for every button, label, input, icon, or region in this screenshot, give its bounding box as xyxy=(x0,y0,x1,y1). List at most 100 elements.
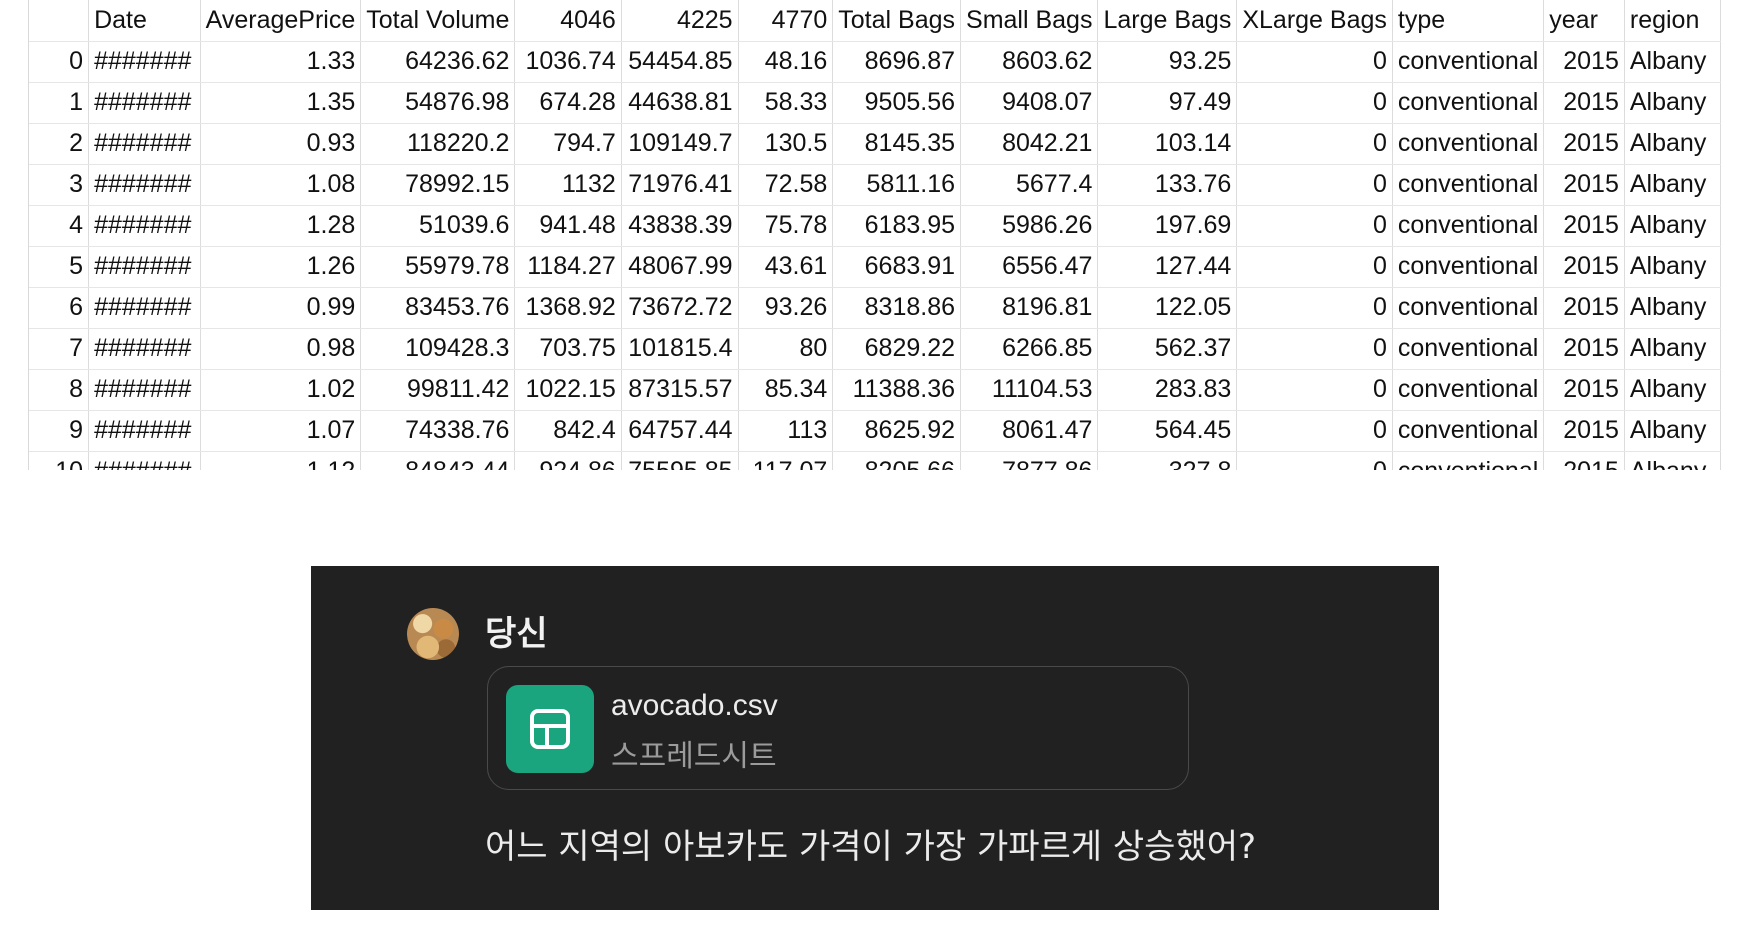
index-header[interactable] xyxy=(29,0,90,42)
table-cell[interactable]: 0 xyxy=(1236,451,1393,470)
table-cell[interactable]: 127.44 xyxy=(1097,246,1238,288)
table-cell[interactable]: 5811.16 xyxy=(832,164,962,206)
table-cell[interactable]: 0 xyxy=(1236,369,1393,411)
table-cell[interactable]: 197.69 xyxy=(1097,205,1238,247)
table-cell[interactable]: Albany xyxy=(1624,41,1721,83)
table-cell[interactable]: 55979.78 xyxy=(360,246,516,288)
table-cell[interactable]: 0 xyxy=(1236,246,1393,288)
table-cell[interactable]: Albany xyxy=(1624,369,1721,411)
table-cell[interactable]: 5986.26 xyxy=(960,205,1099,247)
table-cell[interactable]: 0.99 xyxy=(200,287,362,329)
table-cell[interactable]: 51039.6 xyxy=(360,205,516,247)
table-cell[interactable]: ####### xyxy=(88,410,201,452)
table-cell[interactable]: 2015 xyxy=(1543,369,1625,411)
table-cell[interactable]: Albany xyxy=(1624,205,1721,247)
table-cell[interactable]: 8145.35 xyxy=(832,123,962,165)
table-cell[interactable]: 8318.86 xyxy=(832,287,962,329)
table-cell[interactable]: 75595.85 xyxy=(621,451,739,470)
row-index-cell[interactable]: 8 xyxy=(29,369,90,411)
table-cell[interactable]: 0 xyxy=(1236,123,1393,165)
table-cell[interactable]: 842.4 xyxy=(514,410,622,452)
column-header[interactable]: XLarge Bags xyxy=(1236,0,1393,42)
table-cell[interactable]: Albany xyxy=(1624,287,1721,329)
row-index-cell[interactable]: 4 xyxy=(29,205,90,247)
table-cell[interactable]: 924.86 xyxy=(514,451,622,470)
table-cell[interactable]: 794.7 xyxy=(514,123,622,165)
table-cell[interactable]: 72.58 xyxy=(738,164,834,206)
table-cell[interactable]: 1.28 xyxy=(200,205,362,247)
table-cell[interactable]: 9408.07 xyxy=(960,82,1099,124)
table-cell[interactable]: 283.83 xyxy=(1097,369,1238,411)
table-cell[interactable]: 1.07 xyxy=(200,410,362,452)
column-header[interactable]: 4046 xyxy=(514,0,622,42)
table-cell[interactable]: Albany xyxy=(1624,246,1721,288)
row-index-cell[interactable]: 10 xyxy=(29,451,90,470)
table-cell[interactable]: 64236.62 xyxy=(360,41,516,83)
table-cell[interactable]: 109149.7 xyxy=(621,123,739,165)
table-cell[interactable]: 103.14 xyxy=(1097,123,1238,165)
table-cell[interactable]: Albany xyxy=(1624,123,1721,165)
table-cell[interactable]: 2015 xyxy=(1543,410,1625,452)
table-cell[interactable]: 941.48 xyxy=(514,205,622,247)
table-cell[interactable]: ####### xyxy=(88,246,201,288)
table-cell[interactable]: 1184.27 xyxy=(514,246,622,288)
table-cell[interactable]: 562.37 xyxy=(1097,328,1238,370)
table-cell[interactable]: ####### xyxy=(88,287,201,329)
table-cell[interactable]: 0.93 xyxy=(200,123,362,165)
table-cell[interactable]: 7877.86 xyxy=(960,451,1099,470)
table-cell[interactable]: 1036.74 xyxy=(514,41,622,83)
column-header[interactable]: type xyxy=(1392,0,1545,42)
table-cell[interactable]: ####### xyxy=(88,328,201,370)
table-cell[interactable]: ####### xyxy=(88,123,201,165)
table-cell[interactable]: 99811.42 xyxy=(360,369,516,411)
row-index-cell[interactable]: 9 xyxy=(29,410,90,452)
row-index-cell[interactable]: 5 xyxy=(29,246,90,288)
table-cell[interactable]: 1.35 xyxy=(200,82,362,124)
column-header[interactable]: Large Bags xyxy=(1097,0,1238,42)
table-cell[interactable]: 1.02 xyxy=(200,369,362,411)
table-cell[interactable]: conventional xyxy=(1392,205,1545,247)
table-cell[interactable]: 73672.72 xyxy=(621,287,739,329)
table-cell[interactable]: 74338.76 xyxy=(360,410,516,452)
table-cell[interactable]: conventional xyxy=(1392,287,1545,329)
column-header[interactable]: AveragePrice xyxy=(200,0,362,42)
table-cell[interactable]: 43.61 xyxy=(738,246,834,288)
table-cell[interactable]: 113 xyxy=(738,410,834,452)
table-cell[interactable]: 43838.39 xyxy=(621,205,739,247)
column-header[interactable]: year xyxy=(1543,0,1625,42)
table-cell[interactable]: 564.45 xyxy=(1097,410,1238,452)
row-index-cell[interactable]: 7 xyxy=(29,328,90,370)
table-cell[interactable]: Albany xyxy=(1624,328,1721,370)
table-cell[interactable]: 48.16 xyxy=(738,41,834,83)
row-index-cell[interactable]: 2 xyxy=(29,123,90,165)
table-cell[interactable]: 44638.81 xyxy=(621,82,739,124)
table-cell[interactable]: 54876.98 xyxy=(360,82,516,124)
table-cell[interactable]: Albany xyxy=(1624,451,1721,470)
attachment-card[interactable]: avocado.csv 스프레드시트 xyxy=(487,666,1189,790)
table-cell[interactable]: Albany xyxy=(1624,164,1721,206)
table-cell[interactable]: ####### xyxy=(88,205,201,247)
table-cell[interactable]: 6183.95 xyxy=(832,205,962,247)
table-cell[interactable]: 109428.3 xyxy=(360,328,516,370)
table-cell[interactable]: 93.25 xyxy=(1097,41,1238,83)
table-cell[interactable]: 118220.2 xyxy=(360,123,516,165)
table-cell[interactable]: 97.49 xyxy=(1097,82,1238,124)
table-cell[interactable]: conventional xyxy=(1392,164,1545,206)
table-cell[interactable]: conventional xyxy=(1392,41,1545,83)
table-cell[interactable]: 0 xyxy=(1236,205,1393,247)
table-cell[interactable]: 93.26 xyxy=(738,287,834,329)
table-cell[interactable]: 2015 xyxy=(1543,246,1625,288)
column-header[interactable]: Total Bags xyxy=(832,0,962,42)
table-cell[interactable]: 58.33 xyxy=(738,82,834,124)
table-cell[interactable]: 2015 xyxy=(1543,123,1625,165)
table-cell[interactable]: 2015 xyxy=(1543,205,1625,247)
table-cell[interactable]: 6683.91 xyxy=(832,246,962,288)
table-cell[interactable]: 0.98 xyxy=(200,328,362,370)
table-cell[interactable]: 1.12 xyxy=(200,451,362,470)
table-cell[interactable]: 2015 xyxy=(1543,41,1625,83)
table-cell[interactable]: Albany xyxy=(1624,82,1721,124)
table-cell[interactable]: 703.75 xyxy=(514,328,622,370)
table-cell[interactable]: 0 xyxy=(1236,410,1393,452)
table-cell[interactable]: 8205.66 xyxy=(832,451,962,470)
table-cell[interactable]: 64757.44 xyxy=(621,410,739,452)
